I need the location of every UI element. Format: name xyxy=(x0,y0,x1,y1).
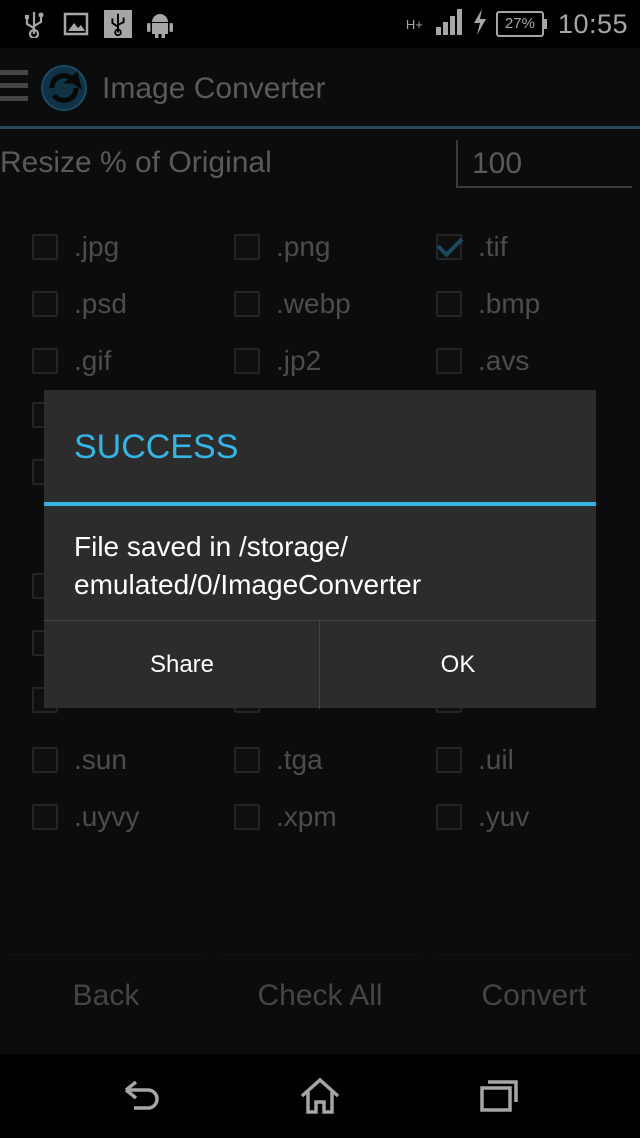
success-dialog: SUCCESS File saved in /storage/ emulated… xyxy=(44,390,596,709)
share-button[interactable]: Share xyxy=(44,621,320,709)
dialog-buttons: Share OK xyxy=(44,620,596,709)
ok-button[interactable]: OK xyxy=(320,621,596,709)
dialog-message: File saved in /storage/ emulated/0/Image… xyxy=(74,531,422,600)
dialog-divider xyxy=(44,502,596,506)
dialog-title: SUCCESS xyxy=(74,428,239,466)
